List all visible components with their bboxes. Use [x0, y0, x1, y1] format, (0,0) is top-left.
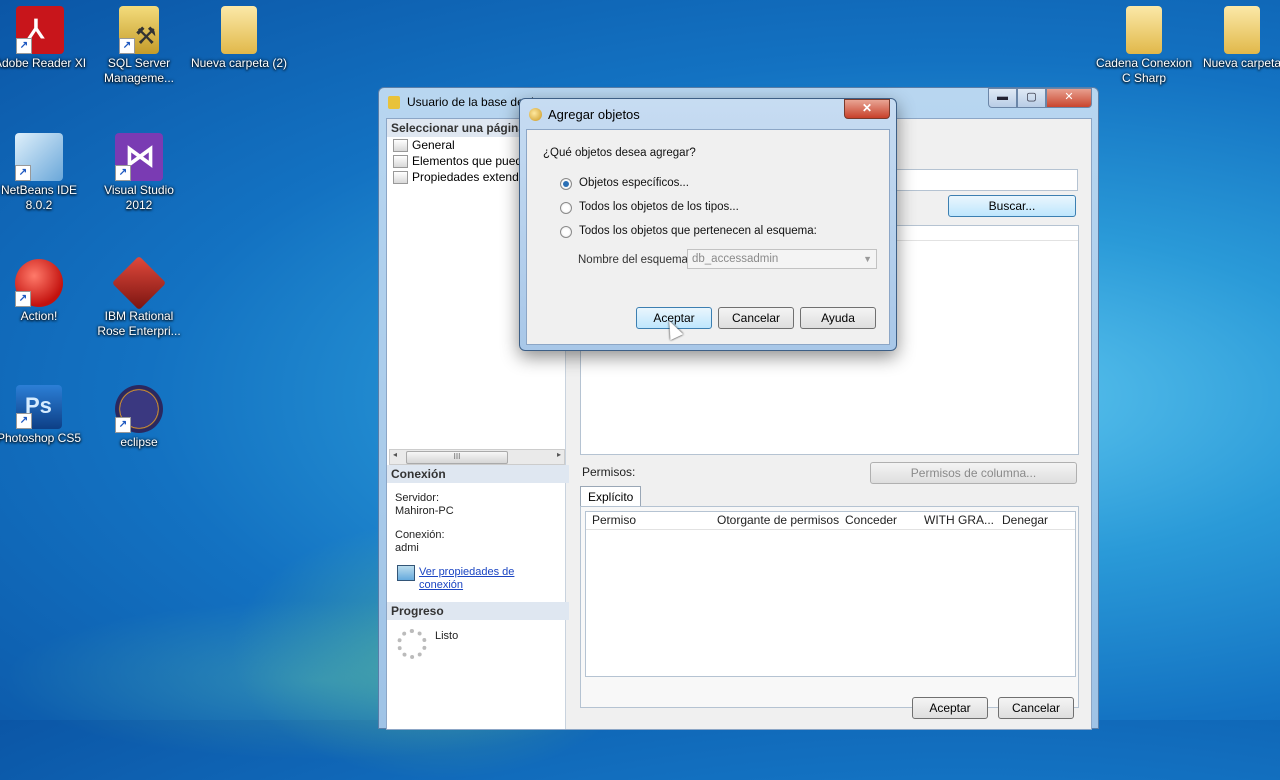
- desktop-icon-sql-server[interactable]: ⚒ ↗ SQL Server Manageme...: [89, 6, 189, 86]
- visual-studio-icon: ⋈ ↗: [115, 133, 163, 181]
- desktop-icon-label: NetBeans IDE: [0, 183, 78, 197]
- main-aceptar-button[interactable]: Aceptar: [912, 697, 988, 719]
- desktop-icon-label: SQL Server: [107, 56, 171, 70]
- tab-explicito[interactable]: Explícito: [580, 486, 642, 507]
- sql-server-icon: ⚒ ↗: [119, 6, 159, 54]
- desktop-icon-label-2: 2012: [125, 198, 153, 212]
- schema-select[interactable]: db_accessadmin ▼: [687, 249, 877, 269]
- window-title: Usuario de la base de d: [407, 95, 534, 109]
- adobe-reader-icon: ⅄ ↗: [16, 6, 64, 54]
- desktop-icon-label: eclipse: [120, 435, 158, 449]
- radio-todos-los-tipos[interactable]: [560, 202, 572, 214]
- option-objetos-especificos[interactable]: Objetos específicos...: [579, 177, 689, 189]
- servidor-label: Servidor:: [395, 492, 440, 504]
- schema-label: Nombre del esquema:: [578, 254, 692, 266]
- scroll-right-icon[interactable]: ▸: [557, 450, 561, 459]
- permissions-tab-panel: Permiso Otorgante de permisos Conceder W…: [580, 506, 1079, 708]
- progreso-header: Progreso: [387, 602, 569, 620]
- desktop-icon-label: Nueva carpeta (2): [190, 56, 288, 70]
- desktop-icon-nueva-carpeta-2[interactable]: Nueva carpeta (2): [189, 6, 289, 71]
- grid-column-otorgante[interactable]: Otorgante de permisos: [717, 512, 839, 529]
- close-button[interactable]: ✕: [1046, 88, 1092, 108]
- dialog-ayuda-button[interactable]: Ayuda: [800, 307, 876, 329]
- dialog-cancelar-button[interactable]: Cancelar: [718, 307, 794, 329]
- page-icon: [393, 155, 408, 168]
- permisos-label: Permisos:: [582, 465, 636, 479]
- desktop-icon-label-2: Rose Enterpri...: [97, 324, 181, 338]
- desktop-icon-ibm-rational[interactable]: IBM Rational Rose Enterpri...: [89, 255, 189, 339]
- radio-todos-del-esquema[interactable]: [560, 226, 572, 238]
- desktop-icon-label-2: Manageme...: [103, 71, 175, 85]
- dialog-question: ¿Qué objetos desea agregar?: [543, 147, 696, 159]
- ibm-rational-icon: [111, 255, 167, 311]
- radio-objetos-especificos[interactable]: [560, 178, 572, 190]
- desktop-icon-photoshop[interactable]: Ps ↗ Photoshop CS5: [0, 385, 89, 446]
- scroll-thumb[interactable]: III: [406, 451, 508, 464]
- grid-column-permiso[interactable]: Permiso: [592, 512, 636, 529]
- minimize-button[interactable]: ▬: [988, 88, 1017, 108]
- dialog-body: ¿Qué objetos desea agregar? Objetos espe…: [526, 129, 890, 345]
- conexion-header: Conexión: [387, 465, 569, 483]
- connection-properties-icon: [397, 565, 415, 581]
- window-controls: ▬ ▢ ✕: [988, 88, 1092, 108]
- desktop-icon-label: Photoshop CS5: [0, 431, 82, 445]
- scroll-left-icon[interactable]: ◂: [393, 450, 397, 459]
- folder-icon: [221, 6, 257, 54]
- conexion-label: Conexión:: [395, 529, 445, 541]
- page-icon: [393, 139, 408, 152]
- horizontal-scrollbar[interactable]: ◂ III ▸: [389, 449, 565, 465]
- desktop-icon-adobe-reader[interactable]: ⅄ ↗ Adobe Reader XI: [0, 6, 90, 71]
- desktop-icon-nueva-carpeta[interactable]: Nueva carpeta: [1192, 6, 1280, 71]
- netbeans-icon: ↗: [15, 133, 63, 181]
- eclipse-icon: ↗: [115, 385, 163, 433]
- desktop-icon-cadena-conexion[interactable]: Cadena Conexion C Sharp: [1094, 6, 1194, 86]
- progreso-value: Listo: [435, 630, 459, 642]
- desktop-icon-eclipse[interactable]: ↗ eclipse: [89, 385, 189, 450]
- desktop-icon-label: Visual Studio: [104, 183, 174, 197]
- option-todos-del-esquema[interactable]: Todos los objetos que pertenecen al esqu…: [579, 225, 817, 237]
- desktop-icon-label: Nueva carpeta: [1202, 56, 1280, 70]
- maximize-button[interactable]: ▢: [1017, 88, 1046, 108]
- desktop-icon-label: Cadena Conexion: [1095, 56, 1193, 70]
- permisos-columna-button[interactable]: Permisos de columna...: [870, 462, 1077, 484]
- view-connection-properties-link[interactable]: Ver propiedades de: [419, 566, 514, 579]
- desktop-icon-label-2: 8.0.2: [25, 198, 53, 212]
- key-icon: [529, 108, 542, 121]
- database-user-icon: [388, 96, 400, 109]
- desktop-icon-label-2: C Sharp: [1121, 71, 1167, 85]
- chevron-down-icon: ▼: [863, 254, 872, 264]
- view-connection-properties-link-2[interactable]: conexión: [419, 579, 463, 592]
- grid-column-with-grant[interactable]: WITH GRA...: [924, 512, 994, 529]
- buscar-button[interactable]: Buscar...: [948, 195, 1076, 217]
- folder-icon: [1126, 6, 1162, 54]
- folder-icon: [1224, 6, 1260, 54]
- desktop-icon-label: IBM Rational: [104, 309, 174, 323]
- conexion-value: admi: [395, 542, 419, 554]
- grid-column-conceder[interactable]: Conceder: [845, 512, 897, 529]
- desktop-icon-label: Action!: [20, 309, 58, 323]
- page-icon: [393, 171, 408, 184]
- permissions-grid[interactable]: Permiso Otorgante de permisos Conceder W…: [585, 511, 1076, 677]
- photoshop-icon: Ps ↗: [16, 385, 62, 429]
- desktop-icon-action[interactable]: ↗ Action!: [0, 259, 89, 324]
- main-cancelar-button[interactable]: Cancelar: [998, 697, 1074, 719]
- dialog-title: Agregar objetos: [548, 107, 640, 122]
- grid-header-divider: [586, 529, 1075, 530]
- agregar-objetos-dialog: Agregar objetos ✕ ¿Qué objetos desea agr…: [519, 98, 897, 351]
- schema-select-value: db_accessadmin: [692, 253, 779, 265]
- dialog-close-button[interactable]: ✕: [844, 99, 890, 119]
- option-todos-los-tipos[interactable]: Todos los objetos de los tipos...: [579, 201, 739, 213]
- action-icon: ↗: [15, 259, 63, 307]
- servidor-value: Mahiron-PC: [395, 505, 454, 517]
- desktop-icon-visual-studio[interactable]: ⋈ ↗ Visual Studio 2012: [89, 133, 189, 213]
- desktop-icon-netbeans[interactable]: ↗ NetBeans IDE 8.0.2: [0, 133, 89, 213]
- grid-column-denegar[interactable]: Denegar: [1002, 512, 1048, 529]
- desktop-icon-label: Adobe Reader XI: [0, 56, 87, 70]
- progress-spinner-icon: [397, 629, 427, 659]
